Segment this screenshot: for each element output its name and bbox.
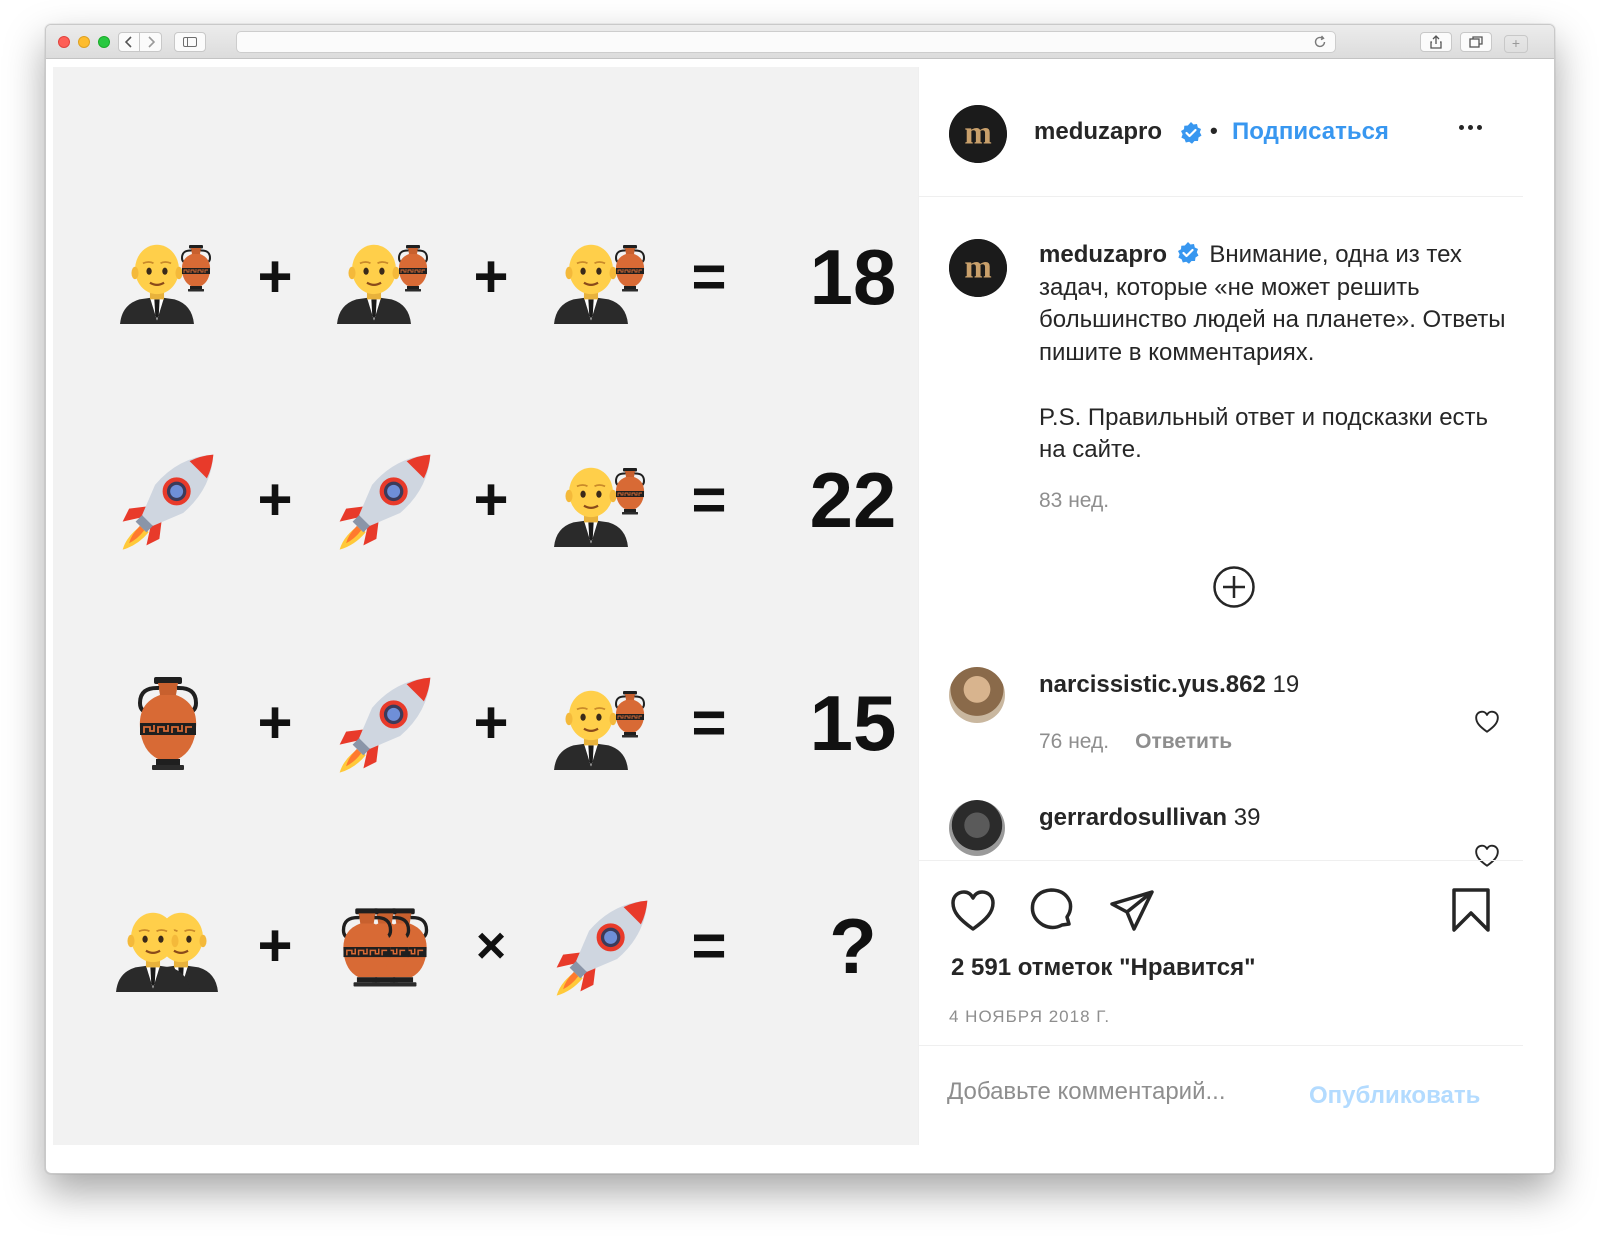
close-window-button[interactable] xyxy=(58,36,70,48)
plus-operator: + xyxy=(257,466,293,533)
post-image: + + = 18 + + = 22 + + = 15 + × = ? xyxy=(53,67,918,1145)
likes-count[interactable]: 2 591 отметок "Нравится" xyxy=(951,954,1256,982)
two-men-icon xyxy=(108,886,228,1006)
meduza-avatar[interactable] xyxy=(949,239,1007,297)
comment-age: 76 нед. xyxy=(1039,730,1110,753)
chevron-left-icon xyxy=(124,36,132,48)
share-button[interactable] xyxy=(1420,32,1452,52)
amphora-icon xyxy=(108,663,228,783)
maximize-window-button[interactable] xyxy=(98,36,110,48)
share-icon[interactable] xyxy=(1109,889,1155,933)
verified-badge-icon xyxy=(1179,121,1203,145)
browser-toolbar: + xyxy=(46,25,1554,59)
equation-row-4: + × = ? xyxy=(53,886,918,1006)
man-with-amphora-icon xyxy=(542,440,662,560)
man-with-amphora-icon xyxy=(108,217,228,337)
new-tab-button[interactable]: + xyxy=(1504,35,1528,53)
comment-username[interactable]: gerrardosullivan xyxy=(1039,804,1227,831)
rocket-icon xyxy=(108,440,228,560)
equation-row-3: + + = 15 xyxy=(53,663,918,783)
browser-window: + + + = 18 + + = 22 + + = 15 + × = ? med… xyxy=(45,24,1555,1174)
more-options-icon[interactable] xyxy=(1459,117,1486,135)
separator-dot: • xyxy=(1210,118,1218,143)
equals-operator: = xyxy=(691,466,727,533)
rocket-icon xyxy=(542,886,662,1006)
post-header: meduzapro • Подписаться xyxy=(919,67,1523,197)
add-circle-icon[interactable] xyxy=(1212,565,1256,609)
equals-operator: = xyxy=(691,243,727,310)
equation-result: 22 xyxy=(809,456,897,544)
address-bar[interactable] xyxy=(236,31,1336,53)
meduza-avatar[interactable] xyxy=(949,105,1007,163)
comment-icon[interactable] xyxy=(1029,887,1075,933)
tabs-overview-button[interactable] xyxy=(1460,32,1492,52)
sidebar-toggle-button[interactable] xyxy=(174,32,206,52)
post-caption: meduzapro Внимание, одна из тех задач, к… xyxy=(1039,239,1509,517)
plus-operator: + xyxy=(473,243,509,310)
verified-badge-icon xyxy=(1176,241,1200,266)
forward-button[interactable] xyxy=(140,32,162,52)
comment-1-meta: 76 нед. Ответить xyxy=(1039,730,1232,754)
equation-result: 15 xyxy=(809,679,897,767)
equation-result: 18 xyxy=(809,233,897,321)
plus-operator: + xyxy=(257,243,293,310)
post-author-username[interactable]: meduzapro xyxy=(1034,118,1162,146)
back-button[interactable] xyxy=(118,32,140,52)
follow-button[interactable]: Подписаться xyxy=(1232,118,1389,146)
man-with-amphora-icon xyxy=(542,217,662,337)
equation-result: ? xyxy=(829,902,877,990)
caption-age: 83 нед. xyxy=(1039,488,1110,512)
post-actions: 2 591 отметок "Нравится" 4 НОЯБРЯ 2018 Г… xyxy=(919,860,1523,1045)
share-icon xyxy=(1430,35,1442,49)
equation-row-2: + + = 22 xyxy=(53,440,918,560)
caption-username[interactable]: meduzapro xyxy=(1039,241,1167,268)
comment-text: 19 xyxy=(1272,671,1300,698)
post-date: 4 НОЯБРЯ 2018 Г. xyxy=(949,1007,1111,1026)
man-with-amphora-icon xyxy=(325,217,445,337)
chevron-right-icon xyxy=(147,36,155,48)
man-with-amphora-icon xyxy=(542,663,662,783)
comment-1: narcissistic.yus.862 19 xyxy=(1039,671,1299,699)
plus-operator: + xyxy=(257,689,293,756)
comment-text: 39 xyxy=(1233,804,1261,831)
commenter-avatar[interactable] xyxy=(949,800,1005,856)
three-amphorae-icon xyxy=(325,886,445,1006)
equation-row-1: + + = 18 xyxy=(53,217,918,337)
multiply-operator: × xyxy=(475,917,507,975)
reload-icon[interactable] xyxy=(1313,35,1327,49)
comment-username[interactable]: narcissistic.yus.862 xyxy=(1039,671,1266,698)
heart-icon[interactable] xyxy=(949,887,997,935)
minimize-window-button[interactable] xyxy=(78,36,90,48)
equals-operator: = xyxy=(691,912,727,979)
reply-button[interactable]: Ответить xyxy=(1135,730,1232,753)
comment-2: gerrardosullivan 39 xyxy=(1039,804,1260,832)
plus-operator: + xyxy=(257,912,293,979)
add-comment-row: Опубликовать xyxy=(919,1045,1523,1145)
caption-text-paragraph-2: P.S. Правильный ответ и подсказки есть н… xyxy=(1039,403,1489,464)
rocket-icon xyxy=(325,663,445,783)
comment-like-heart-icon[interactable] xyxy=(1474,709,1500,735)
commenter-avatar[interactable] xyxy=(949,667,1005,723)
plus-operator: + xyxy=(473,466,509,533)
bookmark-icon[interactable] xyxy=(1451,887,1491,933)
sidebar-icon xyxy=(183,37,197,47)
equals-operator: = xyxy=(691,689,727,756)
publish-button[interactable]: Опубликовать xyxy=(1309,1082,1480,1110)
plus-operator: + xyxy=(473,689,509,756)
post-side-panel: meduzapro • Подписаться meduzapro Вниман… xyxy=(918,67,1523,1145)
rocket-icon xyxy=(325,440,445,560)
tabs-icon xyxy=(1469,36,1483,48)
comment-input[interactable] xyxy=(947,1078,1287,1106)
